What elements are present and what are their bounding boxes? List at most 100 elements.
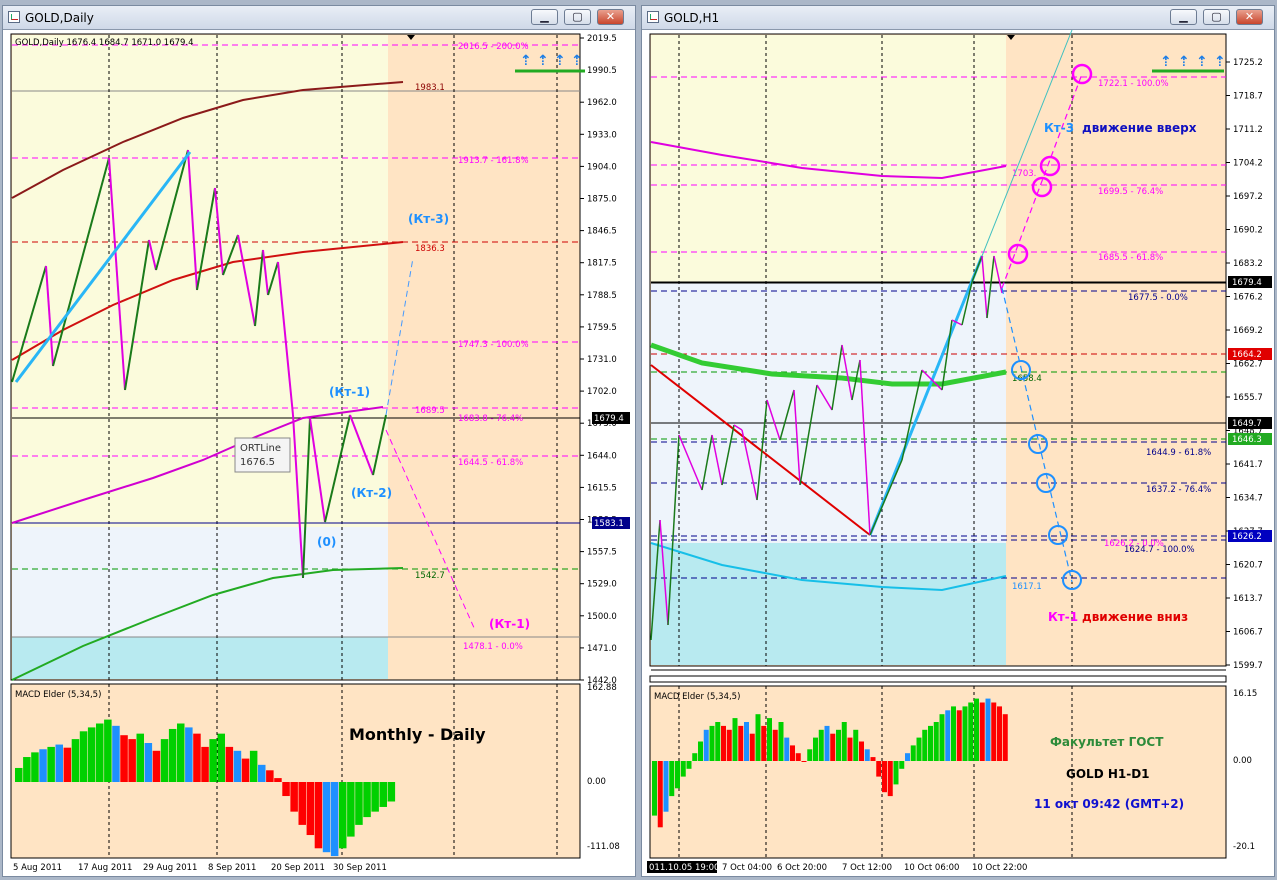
minimize-button[interactable]: ▁ xyxy=(531,9,558,25)
macd-bar xyxy=(945,710,951,761)
annotation-up: движение вверх xyxy=(1082,121,1197,135)
left-chart-area[interactable]: 2019.5 1990.5 1962.0 1933.0 1904.0 1875.0 1846… xyxy=(3,30,635,876)
macd-bar xyxy=(298,782,306,825)
left-chart-window[interactable]: GOLD,Daily ▁ ▢ ✕ 2019.5 1990.5 1962.0 1933.… xyxy=(2,5,636,877)
macd-bar xyxy=(807,749,813,761)
right-window-titlebar[interactable]: GOLD,H1 ▁ ▢ ✕ xyxy=(642,6,1274,30)
time-tick-label: 6 Oct 20:00 xyxy=(777,863,827,873)
macd-bar xyxy=(709,725,715,761)
price-tick-label: 1704.2 xyxy=(1233,159,1263,169)
macd-bar xyxy=(882,761,887,793)
right-chart-area[interactable]: 1725.2 1718.7 1711.2 1704.2 1697.2 1690.2 1683… xyxy=(642,30,1274,876)
price-tag-label: 1646.3 xyxy=(1232,435,1262,445)
time-tick-label: 8 Sep 2011 xyxy=(208,863,256,873)
wave-label: (0) xyxy=(317,535,336,549)
macd-bar xyxy=(853,729,859,761)
ma-label: 1617.1 xyxy=(1012,582,1042,592)
macd-bar xyxy=(79,731,88,782)
macd-bar xyxy=(979,702,985,761)
macd-bar xyxy=(663,761,669,812)
fib-label: 1685.5 - 61.8% xyxy=(1098,253,1163,263)
price-tick-label: 1718.7 xyxy=(1233,92,1263,102)
wave-label: (Кт-2) xyxy=(351,486,392,500)
macd-bar xyxy=(63,747,72,782)
time-tick-label: 17 Aug 2011 xyxy=(78,863,132,873)
macd-axis-label: -20.1 xyxy=(1233,842,1255,852)
macd-bar xyxy=(209,739,217,782)
price-tick-label: 1662.7 xyxy=(1233,360,1263,370)
macd-bar xyxy=(732,718,738,761)
macd-bar xyxy=(55,744,63,782)
ma-label: 1542.7 xyxy=(415,571,445,581)
macd-bar xyxy=(962,706,968,761)
macd-bar xyxy=(152,750,161,782)
price-tick-label: 1500.0 xyxy=(587,612,617,622)
macd-axis-label: 162.88 xyxy=(587,683,617,693)
price-tick-label: 1669.2 xyxy=(1233,326,1263,336)
right-chart-window[interactable]: GOLD,H1 ▁ ▢ ✕ 1725.2 1718.7 1711.2 1704.2 16… xyxy=(641,5,1275,877)
price-tick-label: 1759.5 xyxy=(587,323,617,333)
up-arrow-icon: ⇡ xyxy=(1214,54,1226,70)
macd-bar xyxy=(761,725,767,761)
macd-bar xyxy=(266,770,274,782)
price-tick-label: 1690.2 xyxy=(1233,226,1263,236)
fib-label: 1683.8 - 76.4% xyxy=(458,414,523,424)
macd-bar xyxy=(698,741,703,761)
macd-bar xyxy=(31,752,39,782)
macd-axis-label: 16.15 xyxy=(1233,689,1257,699)
macd-bar xyxy=(847,737,853,761)
close-button[interactable]: ✕ xyxy=(597,9,624,25)
macd-bar xyxy=(887,761,893,797)
macd-bar xyxy=(692,753,698,761)
macd-bar xyxy=(185,727,193,782)
macd-bar xyxy=(675,761,680,789)
macd-bar xyxy=(744,722,749,761)
macd-bar xyxy=(233,750,242,782)
macd-bar xyxy=(306,782,315,836)
price-tag-label: 1679.4 xyxy=(594,414,624,424)
left-window-title: GOLD,Daily xyxy=(25,11,94,25)
macd-bar xyxy=(991,702,997,761)
macd-bar xyxy=(330,782,339,857)
up-arrow-icon: ⇡ xyxy=(520,53,532,69)
macd-bar xyxy=(910,745,916,761)
macd-bar xyxy=(916,737,922,761)
up-arrow-icon: ⇡ xyxy=(571,53,583,69)
macd-bar xyxy=(120,735,128,782)
fib-label: 1478.1 - 0.0% xyxy=(463,642,523,652)
macd-axis-label: 0.00 xyxy=(1233,756,1252,766)
price-tick-label: 1644.0 xyxy=(587,451,617,461)
macd-bar xyxy=(282,782,290,797)
maximize-button[interactable]: ▢ xyxy=(564,9,591,25)
close-button[interactable]: ✕ xyxy=(1236,9,1263,25)
price-tick-label: 1962.0 xyxy=(587,98,617,108)
price-tag-label: 1649.7 xyxy=(1232,419,1262,429)
tooltip-value: 1676.5 xyxy=(240,457,275,468)
fib-label: 1699.5 - 76.4% xyxy=(1098,187,1163,197)
footer-date: 11 окт 09:42 (GMT+2) xyxy=(1034,797,1184,811)
macd-bar xyxy=(193,733,201,782)
price-tag-label: 1583.1 xyxy=(594,519,624,529)
macd-bar xyxy=(652,761,657,816)
cyan-zone xyxy=(651,543,1006,665)
macd-bar xyxy=(96,723,104,782)
price-tick-label: 1990.5 xyxy=(587,66,617,76)
price-tick-label: 1711.2 xyxy=(1233,125,1263,135)
macd-bar xyxy=(371,782,379,812)
minimize-button[interactable]: ▁ xyxy=(1170,9,1197,25)
macd-bar xyxy=(974,698,979,761)
macd-bar xyxy=(314,782,323,849)
wave-label: (Кт-3) xyxy=(408,212,449,226)
fib-label: 1644.5 - 61.8% xyxy=(458,458,523,468)
macd-bar xyxy=(784,737,790,761)
maximize-button[interactable]: ▢ xyxy=(1203,9,1230,25)
macd-bar xyxy=(905,753,910,761)
price-tick-label: 1731.0 xyxy=(587,355,617,365)
left-window-titlebar[interactable]: GOLD,Daily ▁ ▢ ✕ xyxy=(3,6,635,30)
macd-bar xyxy=(104,719,112,782)
price-tick-label: 1933.0 xyxy=(587,130,617,140)
fib-label: 1624.7 - 100.0% xyxy=(1124,545,1195,555)
macd-bar xyxy=(686,761,692,769)
price-tag-label: 1679.4 xyxy=(1232,278,1262,288)
time-tick-label: 7 Oct 12:00 xyxy=(842,863,892,873)
